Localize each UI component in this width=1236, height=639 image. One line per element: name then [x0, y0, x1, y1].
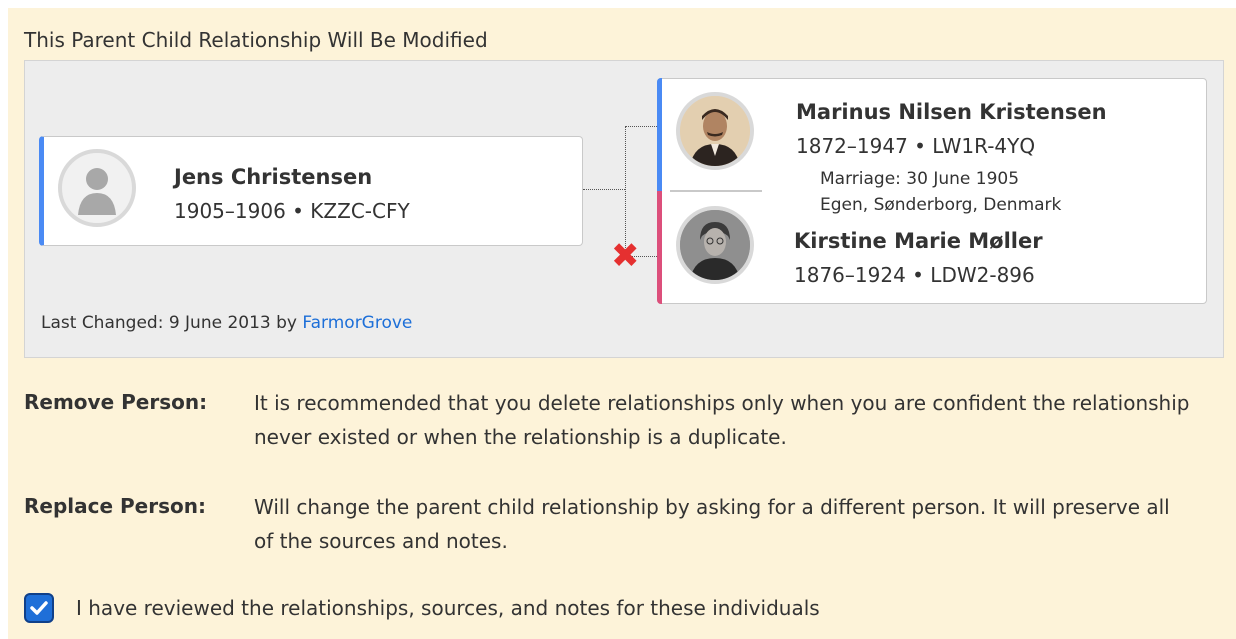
mother-portrait-icon: [676, 206, 754, 284]
child-person-card[interactable]: Jens Christensen 1905–1906 • KZZC-CFY: [39, 136, 583, 246]
last-changed: Last Changed: 9 June 2013 by FarmorGrove: [41, 313, 412, 333]
father-portrait-icon: [676, 92, 754, 170]
parents-divider: [670, 190, 762, 192]
family-tree-box: Jens Christensen 1905–1906 • KZZC-CFY ✖ …: [24, 60, 1224, 358]
checkmark-icon: [30, 601, 48, 615]
remove-person-label: Remove Person:: [24, 390, 208, 414]
connector-father: [625, 126, 657, 127]
child-name[interactable]: Jens Christensen: [174, 165, 372, 189]
contributor-link[interactable]: FarmorGrove: [302, 313, 412, 333]
person-silhouette-icon: [58, 149, 136, 227]
mother-name[interactable]: Kirstine Marie Møller: [794, 229, 1043, 253]
connector-child: [583, 189, 625, 190]
replace-person-description: Will change the parent child relationshi…: [254, 495, 1170, 553]
father-dates-id: 1872–1947 • LW1R-4YQ: [796, 134, 1036, 158]
remove-person-description: It is recommended that you delete relati…: [254, 391, 1190, 449]
child-dates-id: 1905–1906 • KZZC-CFY: [174, 199, 410, 223]
mother-stripe: [657, 191, 662, 304]
last-changed-text: Last Changed: 9 June 2013 by: [41, 313, 297, 333]
review-checkbox[interactable]: [24, 593, 54, 623]
marriage-place: Egen, Sønderborg, Denmark: [820, 195, 1062, 215]
father-name[interactable]: Marinus Nilsen Kristensen: [796, 100, 1107, 124]
replace-person-label: Replace Person:: [24, 494, 206, 518]
mother-dates-id: 1876–1924 • LDW2-896: [794, 263, 1035, 287]
parents-card: Marinus Nilsen Kristensen 1872–1947 • LW…: [657, 78, 1207, 304]
marriage-date: Marriage: 30 June 1905: [820, 169, 1020, 189]
section-title: This Parent Child Relationship Will Be M…: [24, 28, 488, 52]
remove-relationship-icon[interactable]: ✖: [611, 239, 640, 273]
review-checkbox-label[interactable]: I have reviewed the relationships, sourc…: [76, 596, 820, 620]
father-stripe: [657, 78, 662, 191]
